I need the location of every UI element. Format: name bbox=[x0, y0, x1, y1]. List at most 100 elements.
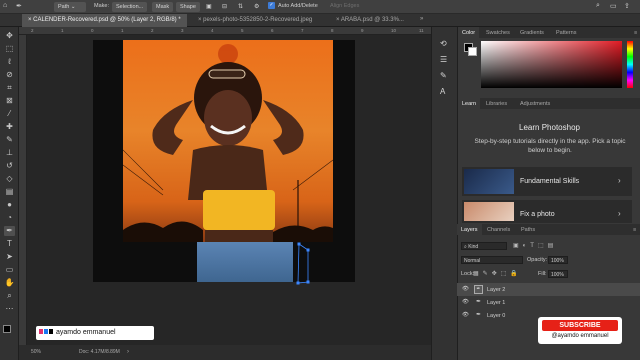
path-operations-icon[interactable]: ▣ bbox=[206, 3, 212, 10]
tab-learn[interactable]: Learn bbox=[458, 98, 481, 109]
hue-slider[interactable] bbox=[627, 41, 633, 88]
dodge-tool-icon[interactable]: ◔ bbox=[4, 213, 15, 223]
fill-input[interactable]: 100% bbox=[548, 270, 568, 278]
more-tools-icon[interactable]: ⋯ bbox=[4, 304, 15, 314]
blend-mode-dropdown[interactable]: Normal bbox=[461, 256, 523, 264]
selection-button[interactable]: Selection... bbox=[112, 2, 148, 12]
eyedropper-tool-icon[interactable]: ⁄ bbox=[4, 109, 15, 119]
tabs-overflow-icon[interactable]: » bbox=[420, 16, 423, 22]
tab-swatches[interactable]: Swatches bbox=[482, 27, 514, 38]
mode-value: Path bbox=[58, 4, 70, 10]
pen-tool-icon[interactable]: ✒ bbox=[4, 226, 15, 236]
path-alignment-icon[interactable]: ⊟ bbox=[222, 3, 227, 10]
layer-kind-filter[interactable]: ⌕ Kind bbox=[461, 242, 507, 250]
auto-add-delete-checkbox[interactable]: ✓ bbox=[268, 2, 275, 9]
visibility-eye-icon[interactable]: 👁 bbox=[462, 299, 469, 305]
vertical-ruler bbox=[19, 35, 27, 345]
eraser-tool-icon[interactable]: ◇ bbox=[4, 174, 15, 184]
opacity-input[interactable]: 100% bbox=[548, 256, 568, 264]
lasso-tool-icon[interactable]: ℓ bbox=[4, 57, 15, 67]
rectangle-tool-icon[interactable]: ▭ bbox=[4, 265, 15, 275]
crop-tool-icon[interactable]: ⌗ bbox=[4, 83, 15, 93]
layer-thumbnail: ✒ bbox=[476, 299, 482, 305]
ruler-tick: 8 bbox=[331, 28, 334, 33]
blur-tool-icon[interactable]: ● bbox=[4, 200, 15, 210]
tab-calender[interactable]: × CALENDER-Recovered.psd @ 50% (Layer 2,… bbox=[22, 14, 187, 27]
ruler-tick: 11 bbox=[419, 28, 424, 33]
foreground-color-swatch[interactable] bbox=[3, 325, 11, 333]
layer-name: Layer 1 bbox=[487, 300, 506, 306]
mode-dropdown[interactable]: Path ⌄ bbox=[54, 2, 86, 12]
color-picker-field[interactable] bbox=[481, 41, 622, 88]
healing-brush-tool-icon[interactable]: ✚ bbox=[4, 122, 15, 132]
tab-channels[interactable]: Channels bbox=[483, 224, 514, 235]
layer-row-layer-1[interactable]: 👁 ✒ Layer 1 bbox=[457, 296, 640, 309]
share-icon[interactable]: ⇪ bbox=[624, 2, 630, 10]
tutorial-card-fix-a-photo[interactable]: Fix a photo › bbox=[462, 200, 632, 223]
subscribe-handle: @ayamdo emmanuel bbox=[551, 333, 609, 339]
tab-pexels-photo[interactable]: × pexels-photo-5352850-2-Recovered.jpeg bbox=[192, 14, 318, 27]
visibility-eye-icon[interactable]: 👁 bbox=[462, 312, 469, 318]
ruler-tick: 1 bbox=[61, 28, 64, 33]
brush-tool-icon[interactable]: ✎ bbox=[4, 135, 15, 145]
document-size: Doc: 4.17M/8.89M bbox=[79, 349, 120, 355]
tab-araba[interactable]: × ARABA.psd @ 33.3%... bbox=[330, 14, 410, 27]
path-selection-tool-icon[interactable]: ➤ bbox=[4, 252, 15, 262]
quick-selection-tool-icon[interactable]: ⊘ bbox=[4, 70, 15, 80]
hand-tool-icon[interactable]: ✋ bbox=[4, 278, 15, 288]
ruler-tick: 9 bbox=[361, 28, 364, 33]
layer-row-layer-2[interactable]: 👁 ✒ Layer 2 bbox=[457, 283, 640, 296]
history-icon[interactable]: ⟲ bbox=[440, 39, 447, 48]
pen-tool-icon[interactable]: ✒ bbox=[16, 2, 22, 10]
visibility-eye-icon[interactable]: 👁 bbox=[462, 286, 469, 292]
status-expand-icon[interactable]: › bbox=[127, 349, 129, 355]
horizontal-ruler: 2 1 0 1 2 3 4 5 6 7 8 9 10 11 bbox=[19, 27, 431, 35]
document-tab-bar: × CALENDER-Recovered.psd @ 50% (Layer 2,… bbox=[0, 14, 640, 27]
shape-button[interactable]: Shape bbox=[176, 2, 200, 12]
move-tool-icon[interactable]: ✥ bbox=[4, 31, 15, 41]
ruler-tick: 10 bbox=[391, 28, 397, 33]
history-brush-tool-icon[interactable]: ↺ bbox=[4, 161, 15, 171]
path-arrangement-icon[interactable]: ⇅ bbox=[238, 3, 243, 10]
calendar-photo[interactable] bbox=[123, 40, 333, 242]
ruler-tick: 4 bbox=[211, 28, 214, 33]
tab-libraries[interactable]: Libraries bbox=[482, 98, 511, 109]
layer-thumbnail: ✒ bbox=[474, 285, 483, 294]
panel-menu-icon[interactable]: ≡ bbox=[629, 224, 640, 235]
layer-filter-icons[interactable]: ▣◐T⬚▤ bbox=[513, 242, 557, 249]
gradient-tool-icon[interactable]: ▤ bbox=[4, 187, 15, 197]
lock-icons[interactable]: ▦✎✥⬚🔒 bbox=[473, 270, 522, 277]
tab-gradients[interactable]: Gradients bbox=[516, 27, 548, 38]
color-background-swatch[interactable] bbox=[468, 47, 477, 56]
layer-thumbnail: ✒ bbox=[476, 312, 482, 318]
brushes-icon[interactable]: ✎ bbox=[440, 71, 447, 80]
type-tool-icon[interactable]: T bbox=[4, 239, 15, 249]
frame-tool-icon[interactable]: ⊠ bbox=[4, 96, 15, 106]
gear-icon[interactable]: ⚙ bbox=[254, 3, 259, 10]
tab-patterns[interactable]: Patterns bbox=[552, 27, 580, 38]
tab-adjustments[interactable]: Adjustments bbox=[516, 98, 554, 109]
subscribe-button: SUBSCRIBE bbox=[542, 320, 618, 331]
zoom-level[interactable]: 50% bbox=[31, 349, 41, 355]
tutorial-thumbnail bbox=[464, 169, 514, 194]
pen-path[interactable] bbox=[290, 238, 320, 288]
zoom-tool-icon[interactable]: ⌕ bbox=[4, 291, 15, 301]
mask-button[interactable]: Mask bbox=[152, 2, 174, 12]
tutorial-thumbnail bbox=[464, 202, 514, 221]
clone-stamp-tool-icon[interactable]: ⊥ bbox=[4, 148, 15, 158]
character-icon[interactable]: A bbox=[440, 87, 445, 96]
tab-paths[interactable]: Paths bbox=[517, 224, 539, 235]
properties-icon[interactable]: ☰ bbox=[440, 55, 447, 64]
tab-layers[interactable]: Layers bbox=[457, 224, 482, 235]
marquee-tool-icon[interactable]: ⬚ bbox=[4, 44, 15, 54]
ruler-tick: 0 bbox=[91, 28, 94, 33]
panel-menu-icon[interactable]: ≡ bbox=[630, 27, 640, 38]
ruler-tick: 2 bbox=[151, 28, 154, 33]
home-icon[interactable]: ⌂ bbox=[3, 2, 7, 9]
panel-icon-strip: ⟲ ☰ ✎ A bbox=[431, 27, 457, 360]
search-icon[interactable]: ⌕ bbox=[596, 2, 600, 10]
workspace-icon[interactable]: ▭ bbox=[610, 2, 617, 10]
tutorial-card-fundamental-skills[interactable]: Fundamental Skills › bbox=[462, 167, 632, 196]
tab-color[interactable]: Color bbox=[458, 27, 480, 38]
jeans-area bbox=[197, 242, 293, 282]
